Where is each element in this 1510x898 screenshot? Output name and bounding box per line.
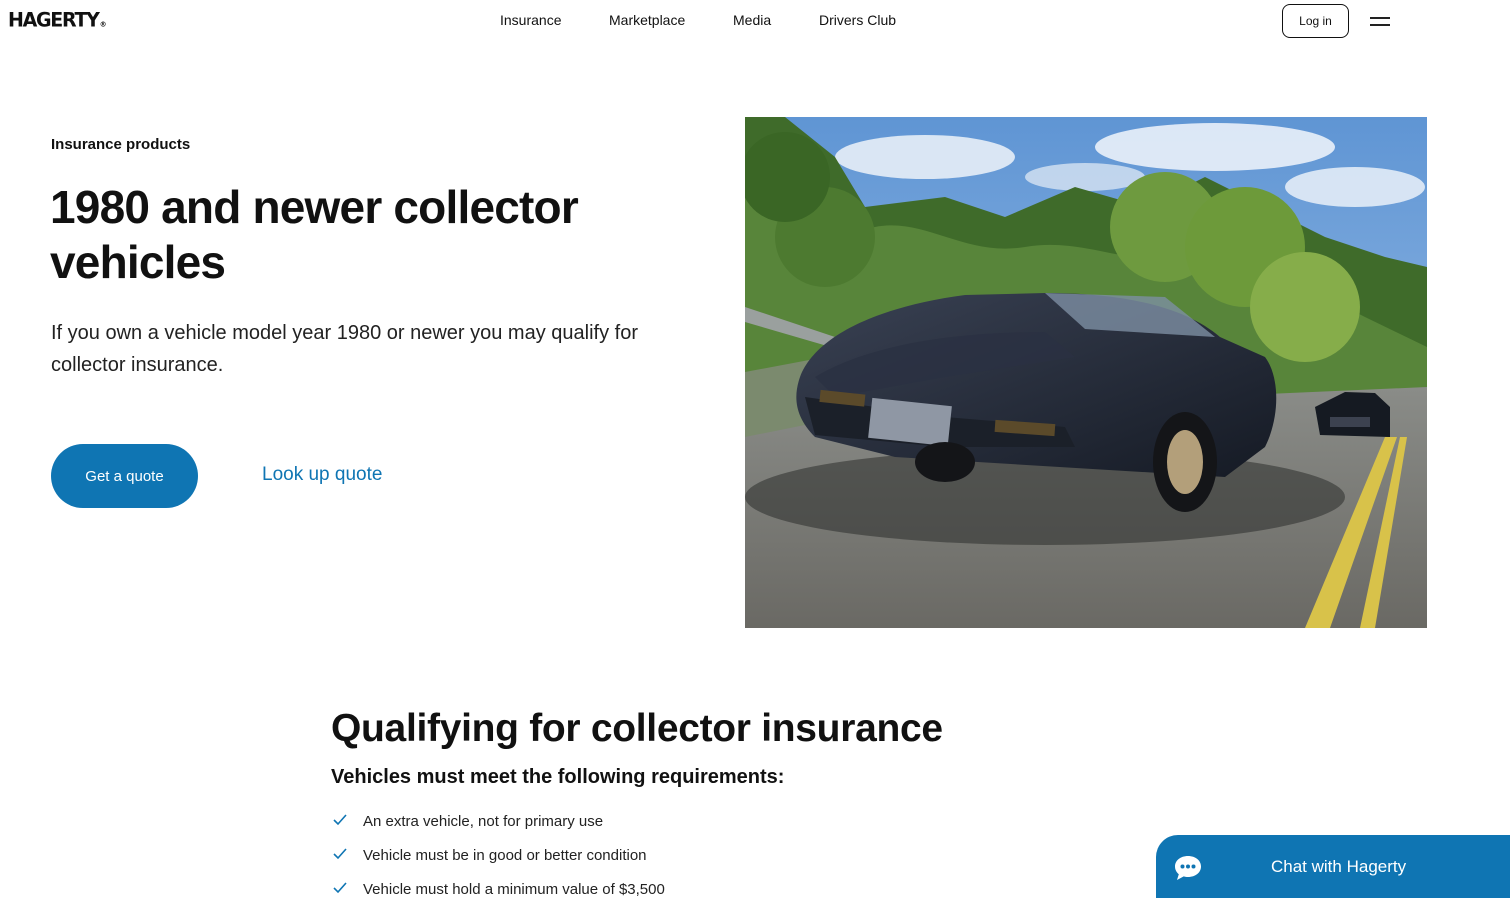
hero-car-photo [745, 117, 1427, 628]
hero-description: If you own a vehicle model year 1980 or … [51, 322, 638, 376]
qualifying-subtitle: Vehicles must meet the following require… [331, 766, 785, 788]
requirement-text: An extra vehicle, not for primary use [363, 813, 604, 830]
list-item: An extra vehicle, not for primary use [331, 810, 665, 844]
nav-item-drivers-club[interactable]: Drivers Club [819, 12, 896, 28]
list-item: Vehicle must be in good or better condit… [331, 844, 665, 878]
nav-item-media[interactable]: Media [733, 12, 771, 28]
chat-bubble-icon [1175, 856, 1201, 880]
requirement-text: Vehicle must hold a minimum value of $3,… [363, 881, 665, 898]
chat-label: Chat with Hagerty [1271, 857, 1407, 876]
requirement-text: Vehicle must be in good or better condit… [363, 847, 647, 864]
nav-item-insurance[interactable]: Insurance [500, 12, 561, 28]
look-up-quote-link[interactable]: Look up quote [262, 464, 382, 486]
list-item: Vehicle must hold a minimum value of $3,… [331, 878, 665, 898]
checkmark-icon [333, 882, 347, 894]
chat-widget-button[interactable]: Chat with Hagerty [1156, 835, 1510, 898]
requirements-list: An extra vehicle, not for primary use Ve… [331, 810, 665, 898]
checkmark-icon [333, 814, 347, 826]
login-button[interactable]: Log in [1282, 4, 1349, 38]
get-a-quote-button[interactable]: Get a quote [51, 444, 198, 508]
checkmark-icon [333, 848, 347, 860]
qualifying-title: Qualifying for collector insurance [331, 707, 943, 750]
hero-eyebrow: Insurance products [51, 136, 191, 153]
nav-item-marketplace[interactable]: Marketplace [609, 12, 685, 28]
site-header: HAGERTY® Insurance Marketplace Media Dri… [0, 0, 1510, 42]
page-title: 1980 and newer collector vehicles [50, 181, 579, 288]
hamburger-icon[interactable] [1370, 14, 1392, 28]
